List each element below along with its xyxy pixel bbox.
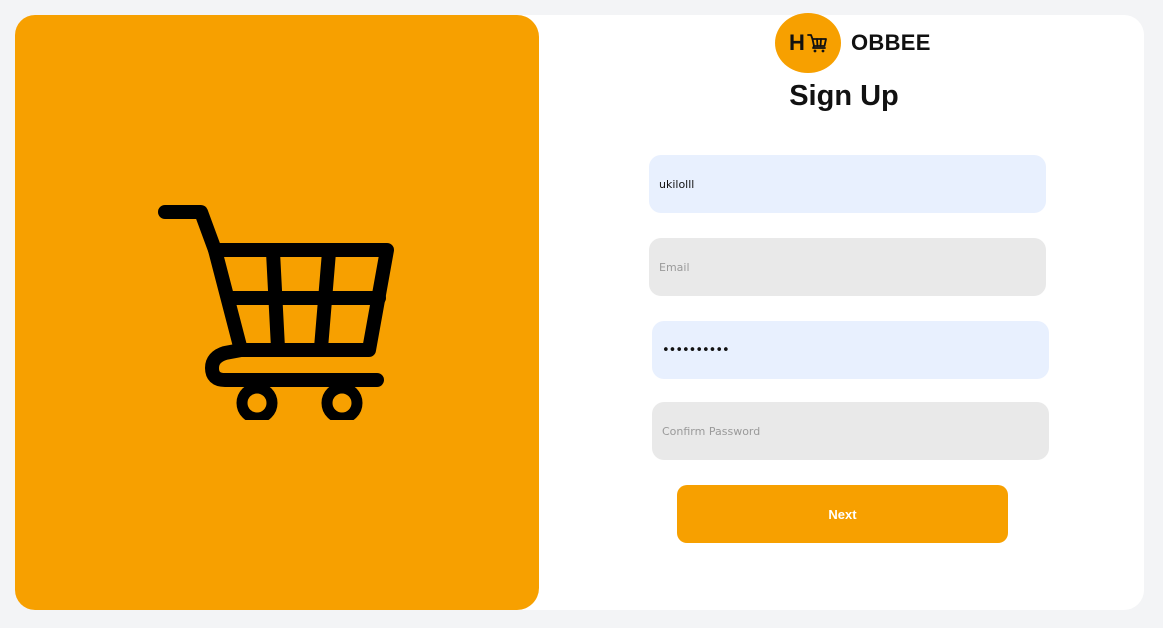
cart-icon (807, 34, 827, 53)
logo-badge: H (775, 13, 841, 73)
username-input[interactable] (649, 155, 1046, 213)
password-input[interactable] (652, 321, 1049, 379)
confirm-password-input[interactable] (652, 402, 1049, 460)
hero-panel (15, 15, 539, 610)
next-button[interactable]: Next (677, 485, 1008, 543)
shopping-cart-icon (158, 205, 394, 420)
logo-letter: H (789, 30, 805, 55)
brand-logo: H OBBEE (775, 13, 931, 73)
brand-name: OBBEE (851, 30, 931, 55)
page-title: Sign Up (789, 80, 899, 112)
email-input[interactable] (649, 238, 1046, 296)
